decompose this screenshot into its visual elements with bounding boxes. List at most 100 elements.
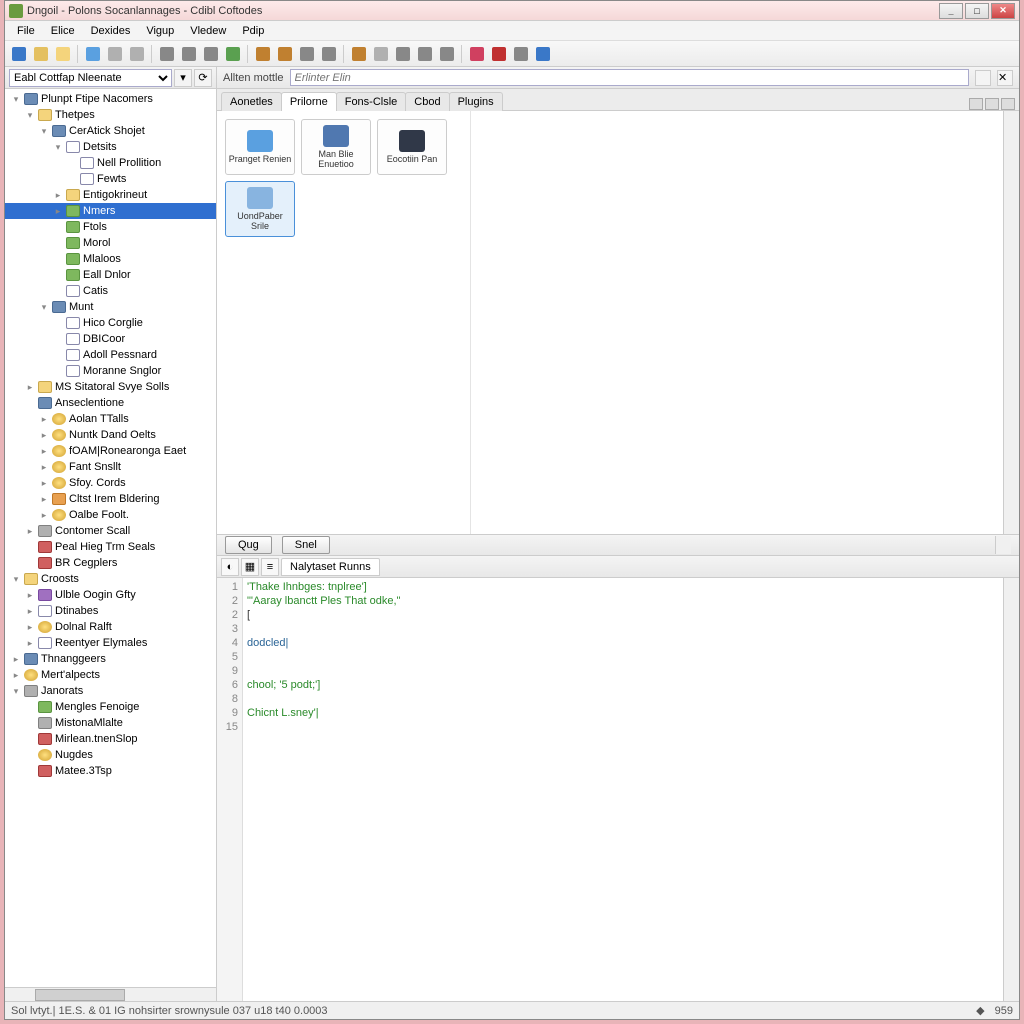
tab-aonetles[interactable]: Aonetles bbox=[221, 92, 282, 111]
tree-node[interactable]: Adoll Pessnard bbox=[5, 347, 216, 363]
tree-node[interactable]: ▸Nuntk Dand Oelts bbox=[5, 427, 216, 443]
tree-node[interactable]: Catis bbox=[5, 283, 216, 299]
menu-vledew[interactable]: Vledew bbox=[182, 23, 234, 39]
gear2-icon[interactable] bbox=[275, 44, 295, 64]
tree-node[interactable]: Moranne Snglor bbox=[5, 363, 216, 379]
tree[interactable]: ▾Plunpt Ftipe Nacomers▾Thetpes▾CerAtick … bbox=[5, 89, 216, 987]
chat-icon[interactable] bbox=[511, 44, 531, 64]
tree-node[interactable]: ▸Mert'alpects bbox=[5, 667, 216, 683]
zoom-icon[interactable] bbox=[371, 44, 391, 64]
expander-icon[interactable]: ▾ bbox=[11, 574, 21, 585]
editor-tab[interactable]: Nalytaset Runns bbox=[281, 558, 380, 576]
tree-node[interactable]: DBICoor bbox=[5, 331, 216, 347]
save-all-icon[interactable] bbox=[127, 44, 147, 64]
tree-node[interactable]: ▸Cltst Irem Bldering bbox=[5, 491, 216, 507]
expander-icon[interactable]: ▸ bbox=[39, 510, 49, 521]
editor-grid-icon[interactable]: ▦ bbox=[241, 558, 259, 576]
fwd-icon[interactable] bbox=[179, 44, 199, 64]
menu-elice[interactable]: Elice bbox=[43, 23, 83, 39]
tree-node[interactable]: ▸fOAM|Ronearonga Eaet bbox=[5, 443, 216, 459]
menu-file[interactable]: File bbox=[9, 23, 43, 39]
up-icon[interactable] bbox=[201, 44, 221, 64]
grid-item[interactable]: Eocotiin Pan bbox=[377, 119, 447, 175]
expander-icon[interactable]: ▸ bbox=[39, 478, 49, 489]
drop-icon[interactable] bbox=[297, 44, 317, 64]
sidebar-collapse-button[interactable]: ▾ bbox=[174, 69, 192, 87]
sidebar-hscroll[interactable] bbox=[5, 987, 216, 1001]
expander-icon[interactable]: ▾ bbox=[11, 686, 21, 697]
tree-node[interactable]: Nugdes bbox=[5, 747, 216, 763]
tree-node[interactable]: ▸Oalbe Foolt. bbox=[5, 507, 216, 523]
close-button[interactable]: ✕ bbox=[991, 3, 1015, 19]
cut-icon[interactable] bbox=[489, 44, 509, 64]
tab-fons-clsle[interactable]: Fons-Clsle bbox=[336, 92, 407, 111]
editor-code[interactable]: 'Thake Ihnbges: tnplree']"'Aaray lbanctt… bbox=[243, 578, 1003, 1001]
globe-icon[interactable] bbox=[9, 44, 29, 64]
maximize-button[interactable]: □ bbox=[965, 3, 989, 19]
tree-node[interactable]: Eall Dnlor bbox=[5, 267, 216, 283]
tabstrip-close-icon[interactable] bbox=[1001, 98, 1015, 110]
save-button[interactable]: Snel bbox=[282, 536, 330, 554]
sidebar-refresh-button[interactable]: ⟳ bbox=[194, 69, 212, 87]
quit-button[interactable]: Qug bbox=[225, 536, 272, 554]
folder-icon[interactable] bbox=[53, 44, 73, 64]
link-icon[interactable] bbox=[393, 44, 413, 64]
tree-node[interactable]: ▸Fant Snsllt bbox=[5, 459, 216, 475]
tree-node[interactable]: Mengles Fenoige bbox=[5, 699, 216, 715]
expander-icon[interactable]: ▸ bbox=[39, 494, 49, 505]
tree-node[interactable]: Fewts bbox=[5, 171, 216, 187]
filter-input[interactable] bbox=[290, 69, 969, 86]
tree-node[interactable]: ▾Detsits bbox=[5, 139, 216, 155]
expander-icon[interactable]: ▸ bbox=[25, 622, 35, 633]
expander-icon[interactable]: ▾ bbox=[25, 110, 35, 121]
expander-icon[interactable]: ▸ bbox=[39, 462, 49, 473]
tree-node[interactable]: ▸Aolan TTalls bbox=[5, 411, 216, 427]
tree-node[interactable]: ▾Janorats bbox=[5, 683, 216, 699]
expander-icon[interactable]: ▸ bbox=[53, 190, 63, 201]
heart-icon[interactable] bbox=[467, 44, 487, 64]
tree-node[interactable]: ▸Sfoy. Cords bbox=[5, 475, 216, 491]
tree-node[interactable]: ▸Contomer Scall bbox=[5, 523, 216, 539]
tree-node[interactable]: ▾Munt bbox=[5, 299, 216, 315]
info-icon[interactable] bbox=[533, 44, 553, 64]
grid-item[interactable]: Man Blie Enuetioo bbox=[301, 119, 371, 175]
sidebar-dropdown[interactable]: Eabl Cottfap Nleenate bbox=[9, 69, 172, 87]
gear-icon[interactable] bbox=[253, 44, 273, 64]
tree-node[interactable]: Ftols bbox=[5, 219, 216, 235]
tree-node[interactable]: ▾Plunpt Ftipe Nacomers bbox=[5, 91, 216, 107]
editor-list-icon[interactable]: ≡ bbox=[261, 558, 279, 576]
tree-node[interactable]: ▸Reentyer Elymales bbox=[5, 635, 216, 651]
filter-search-icon[interactable] bbox=[975, 70, 991, 86]
code-editor[interactable]: 122345968915 'Thake Ihnbges: tnplree']"'… bbox=[217, 578, 1019, 1001]
menu-dexides[interactable]: Dexides bbox=[83, 23, 139, 39]
itempane-vscroll[interactable] bbox=[1003, 111, 1019, 534]
tree-node[interactable]: Mlaloos bbox=[5, 251, 216, 267]
tree-node[interactable]: ▸MS Sitatoral Svye Solls bbox=[5, 379, 216, 395]
run-icon[interactable] bbox=[319, 44, 339, 64]
expander-icon[interactable]: ▸ bbox=[11, 670, 21, 681]
minimize-button[interactable]: _ bbox=[939, 3, 963, 19]
expander-icon[interactable]: ▸ bbox=[39, 430, 49, 441]
filter-close-icon[interactable]: ✕ bbox=[997, 70, 1013, 86]
tree-node[interactable]: ▸Ulble Oogin Gfty bbox=[5, 587, 216, 603]
refresh-icon[interactable] bbox=[223, 44, 243, 64]
tree-node[interactable]: ▸Nmers bbox=[5, 203, 216, 219]
tree-node[interactable]: ▸Entigokrineut bbox=[5, 187, 216, 203]
menu-pdip[interactable]: Pdip bbox=[234, 23, 272, 39]
expander-icon[interactable]: ▾ bbox=[11, 94, 21, 105]
grid-item[interactable]: Pranget Renien bbox=[225, 119, 295, 175]
expander-icon[interactable]: ▾ bbox=[39, 302, 49, 313]
img-icon[interactable] bbox=[437, 44, 457, 64]
tree-node[interactable]: Anseclentione bbox=[5, 395, 216, 411]
grid-item[interactable]: UondPaber Srile bbox=[225, 181, 295, 237]
tree-node[interactable]: ▾CerAtick Shojet bbox=[5, 123, 216, 139]
save-icon[interactable] bbox=[105, 44, 125, 64]
editor-vscroll[interactable] bbox=[1003, 578, 1019, 1001]
tree-node[interactable]: Peal Hieg Trm Seals bbox=[5, 539, 216, 555]
expander-icon[interactable]: ▸ bbox=[11, 654, 21, 665]
expander-icon[interactable]: ▾ bbox=[53, 142, 63, 153]
expander-icon[interactable]: ▾ bbox=[39, 126, 49, 137]
tree-node[interactable]: Nell Prollition bbox=[5, 155, 216, 171]
tree-node[interactable]: ▸Thnanggeers bbox=[5, 651, 216, 667]
tree-node[interactable]: Mirlean.tnenSlop bbox=[5, 731, 216, 747]
